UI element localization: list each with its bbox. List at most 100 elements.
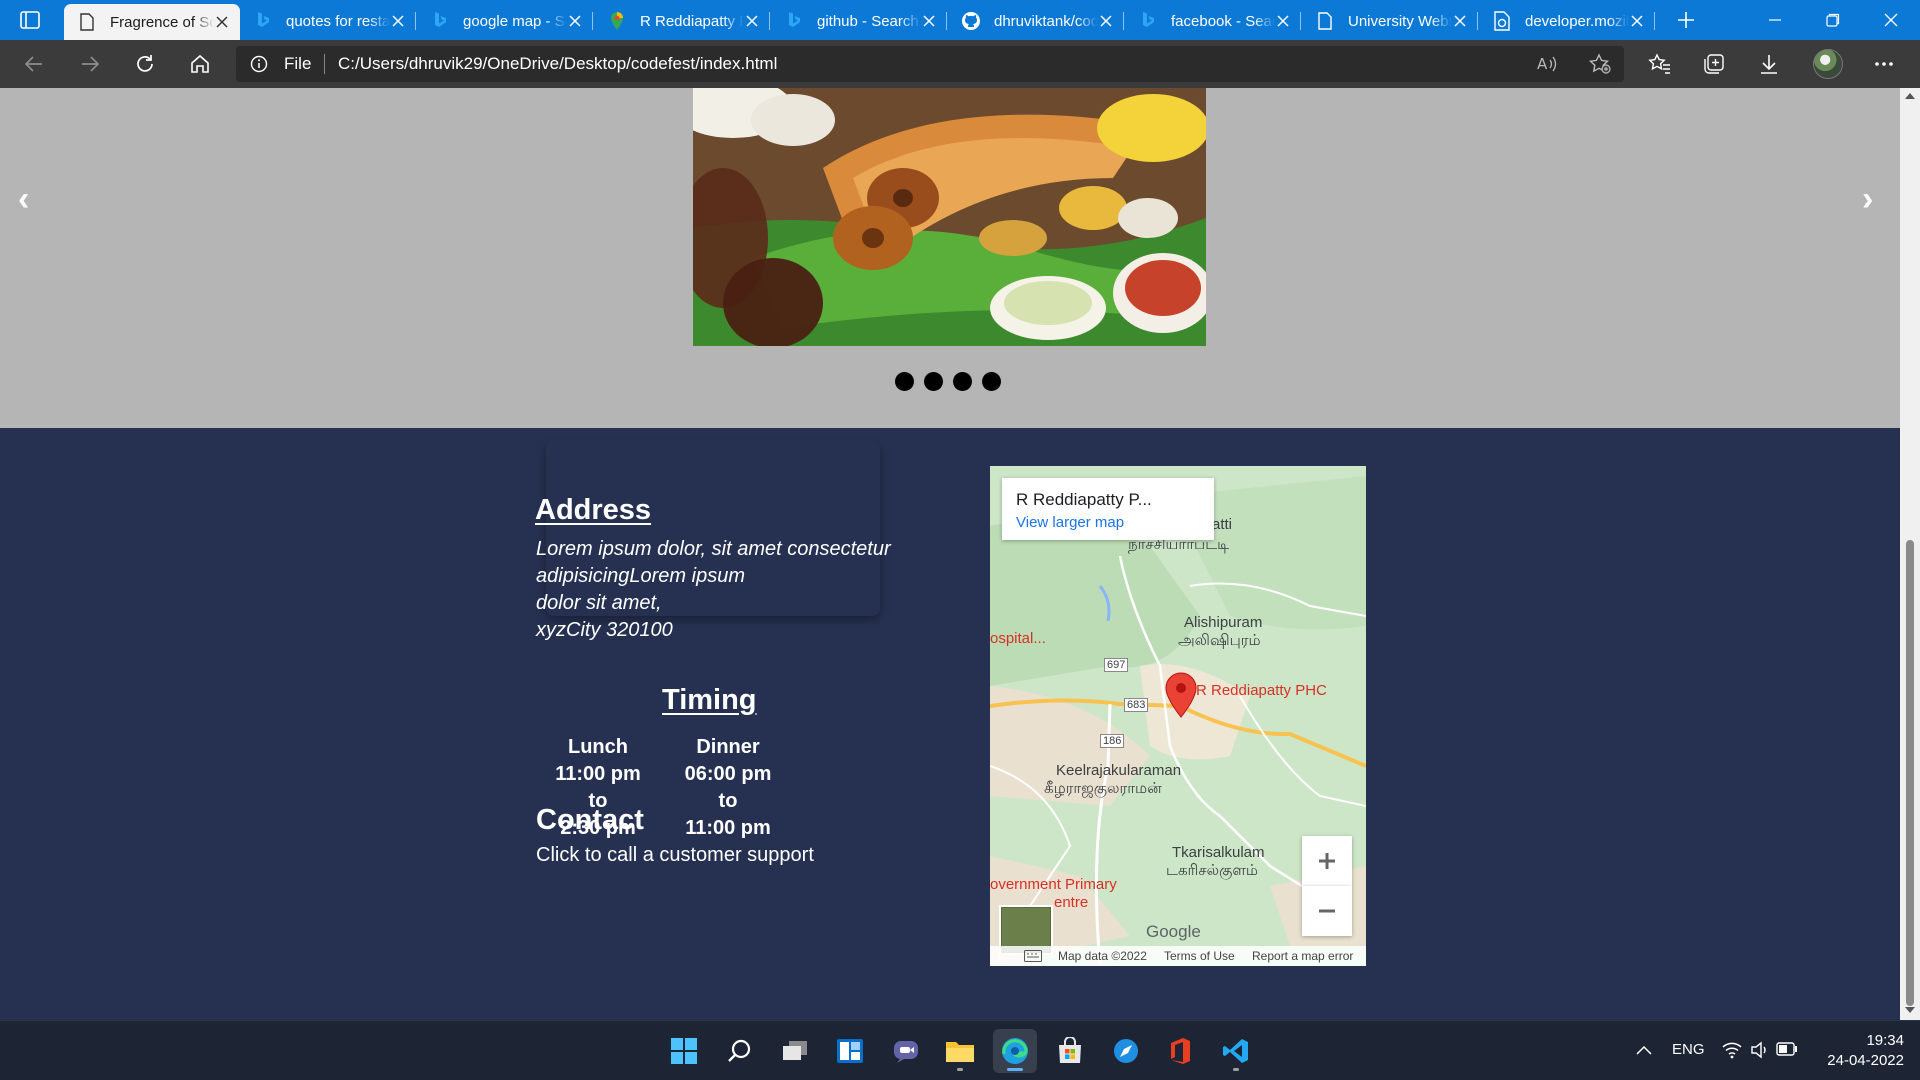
plus-icon [1678,12,1694,28]
url-text[interactable]: C:/Users/dhruvik29/OneDrive/Desktop/code… [338,54,777,74]
footer-section [0,428,1900,1020]
slider-dot[interactable] [924,372,943,391]
favorites-button[interactable] [1640,44,1680,84]
chevron-up-icon[interactable] [1636,1045,1652,1055]
file-explorer-button[interactable] [938,1029,982,1073]
page-scrollbar[interactable] [1900,88,1920,1020]
vscode-button[interactable] [1214,1029,1258,1073]
refresh-button[interactable] [125,44,165,84]
office-button[interactable] [1158,1029,1202,1073]
downloads-button[interactable] [1749,44,1789,84]
close-icon[interactable] [1452,13,1468,29]
close-icon[interactable] [1629,13,1645,29]
start-button[interactable] [662,1029,706,1073]
tab-facebook-search[interactable]: facebook - Search [1125,2,1301,40]
restore-button[interactable] [1804,0,1862,40]
battery-icon[interactable] [1776,1042,1798,1056]
running-indicator [1007,1068,1023,1071]
keyboard-icon[interactable] [1024,950,1042,962]
volume-icon[interactable] [1750,1041,1770,1059]
close-icon [1884,13,1898,27]
map-label: Keelrajakularaman [1056,762,1182,779]
map-pin-icon[interactable] [1164,672,1198,718]
widgets-button[interactable] [828,1029,872,1073]
slider-next-button[interactable]: › [1862,180,1873,219]
taskbar-search-button[interactable] [718,1029,762,1073]
tab-title: developer.mozilla.org [1525,12,1629,30]
dinner-from: 06:00 pm [684,763,772,785]
settings-more-button[interactable] [1864,44,1904,84]
close-icon[interactable] [567,13,583,29]
microsoft-store-button[interactable] [1048,1029,1092,1073]
teams-chat-button[interactable] [884,1029,928,1073]
profile-button[interactable] [1808,44,1848,84]
close-window-button[interactable] [1862,0,1920,40]
map-zoom-in-button[interactable] [1302,836,1352,886]
tab-fragrence[interactable]: Fragrence of South [64,4,240,40]
map-label: atti [1212,516,1233,533]
site-info-label[interactable]: File [284,54,311,74]
system-clock[interactable]: 19:34 24-04-2022 [1800,1031,1904,1071]
scrollbar-thumb[interactable] [1906,540,1914,1006]
compass-app-icon [1114,1039,1138,1063]
embedded-google-map[interactable]: atti நாச்சியார்பட்டி ospital... Alishipu… [990,466,1366,966]
slider-dot[interactable] [953,372,972,391]
tab-github-repo[interactable]: dhruviktank/codefest [948,2,1124,40]
wifi-icon[interactable] [1722,1041,1742,1059]
tab-quotes[interactable]: quotes for restaurant [240,2,416,40]
close-icon[interactable] [214,14,230,30]
read-aloud-icon[interactable]: A [1536,54,1558,74]
tab-title: google map - Search [463,12,567,30]
view-larger-map-link[interactable]: View larger map [1016,514,1124,531]
language-indicator[interactable]: ENG [1672,1041,1705,1058]
call-support-link[interactable]: Click to call a customer support [536,844,814,867]
tab-reddiapatty[interactable]: R Reddiapatty PHC [594,2,770,40]
address-heading: Address [535,494,652,526]
terms-of-use-link[interactable]: Terms of Use [1164,949,1235,963]
map-data-text: Map data ©2022 [1058,949,1147,963]
road-shield: 697 [1104,658,1129,672]
tab-actions-button[interactable] [0,0,60,40]
edge-icon [1002,1038,1028,1064]
office-icon [1171,1038,1190,1064]
tab-actions-icon [20,11,40,29]
dinner-to-word: to [718,790,738,812]
map-place-label[interactable]: R Reddiapatty PHC [1196,682,1327,699]
tab-separator [1654,12,1655,30]
scroll-down-icon[interactable] [1905,1006,1915,1014]
tab-university[interactable]: University Website [1302,2,1478,40]
home-button[interactable] [180,44,220,84]
app-button[interactable] [1104,1029,1148,1073]
browser-toolbar: File C:/Users/dhruvik29/OneDrive/Desktop… [0,40,1920,88]
collections-button[interactable] [1694,44,1734,84]
tab-github-search[interactable]: github - Search [771,2,947,40]
edge-button[interactable] [993,1029,1037,1073]
close-icon[interactable] [390,13,406,29]
task-view-button[interactable] [773,1029,817,1073]
tab-separator [415,12,416,30]
tab-google-map[interactable]: google map - Search [417,2,593,40]
forward-arrow-icon [82,56,100,72]
road-shield: 683 [1124,698,1149,712]
new-tab-button[interactable] [1666,0,1706,40]
address-bar[interactable]: File C:/Users/dhruvik29/OneDrive/Desktop… [236,46,1624,82]
scroll-up-icon[interactable] [1905,92,1915,100]
add-favorite-icon[interactable] [1588,53,1612,75]
slider-dot[interactable] [895,372,914,391]
report-map-error-link[interactable]: Report a map error [1252,949,1353,963]
forward-button[interactable] [70,44,110,84]
close-icon[interactable] [744,13,760,29]
map-label: Alishipuram [1184,614,1263,631]
close-icon[interactable] [921,13,937,29]
close-icon[interactable] [1098,13,1114,29]
info-icon[interactable] [250,55,268,73]
close-icon[interactable] [1275,13,1291,29]
tab-title: quotes for restaurant [286,12,390,30]
slider-dot[interactable] [982,372,1001,391]
tab-mdn[interactable]: developer.mozilla.org [1479,2,1655,40]
map-zoom-out-button[interactable] [1302,886,1352,936]
back-button[interactable] [14,44,54,84]
slider-prev-button[interactable]: ‹ [18,180,29,219]
file-explorer-icon [946,1042,974,1062]
minimize-button[interactable] [1746,0,1804,40]
